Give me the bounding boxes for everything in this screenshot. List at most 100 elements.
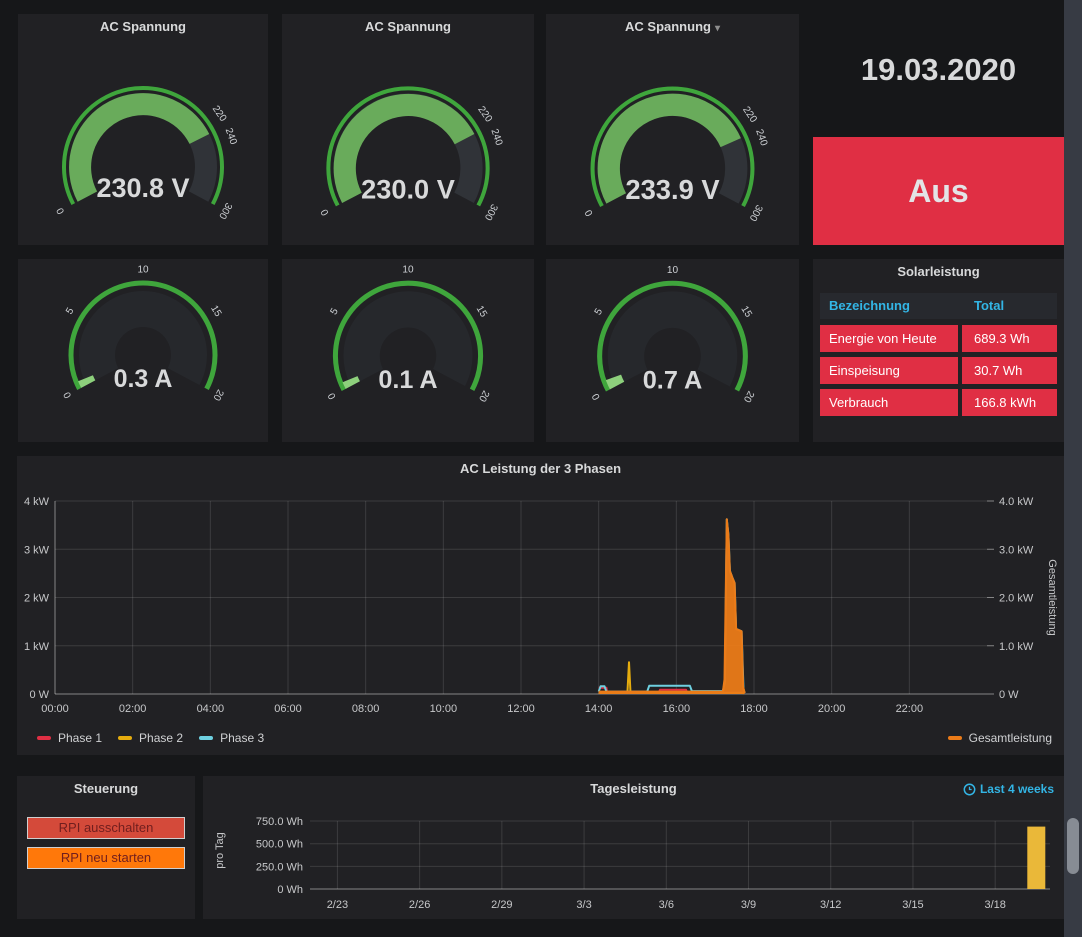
gauge-tick-label: 0 bbox=[326, 390, 339, 400]
rpi-shutdown-button[interactable]: RPI ausschalten bbox=[27, 817, 185, 839]
solar-table: Bezeichnung Total Energie von Heute689.3… bbox=[820, 293, 1057, 421]
panel-title-text: AC Spannung bbox=[365, 19, 451, 34]
panel-ac-current-3: 051015200.7 A bbox=[546, 259, 799, 442]
chart-legend: Phase 1 Phase 2 Phase 3 bbox=[37, 731, 264, 745]
table-cell-bezeichnung: Energie von Heute bbox=[820, 325, 958, 352]
y-tick-label-left: 3 kW bbox=[24, 544, 50, 556]
panel-ac-voltage-1: AC Spannung 0220240300230.8 V bbox=[18, 14, 268, 245]
x-tick-label: 3/3 bbox=[576, 899, 591, 911]
gauge-tick-label: 0 bbox=[319, 207, 332, 217]
gauge-tick-label: 300 bbox=[216, 201, 234, 221]
gauge-tick-label: 10 bbox=[667, 265, 679, 276]
solar-col-total[interactable]: Total bbox=[962, 293, 1057, 319]
series-area-Gesamtleistung bbox=[599, 519, 745, 694]
x-tick-label: 3/15 bbox=[902, 899, 923, 911]
power-state-panel[interactable]: Aus bbox=[813, 137, 1064, 245]
scrollbar-thumb[interactable] bbox=[1067, 818, 1079, 874]
date-display: 19.03.2020 bbox=[813, 40, 1064, 100]
panel-solarleistung: Solarleistung Bezeichnung Total Energie … bbox=[813, 259, 1064, 442]
legend-item-phase-2[interactable]: Phase 2 bbox=[118, 731, 183, 745]
current-gauge-2: 051015200.1 A bbox=[282, 259, 534, 443]
table-cell-total: 166.8 kWh bbox=[962, 389, 1057, 416]
panel-ac-leistung: AC Leistung der 3 Phasen 00:0002:0004:00… bbox=[17, 456, 1064, 755]
y-tick-label-right: 2.0 kW bbox=[999, 593, 1034, 605]
tagesleistung-chart: 2/232/262/293/33/63/93/123/153/180 Wh250… bbox=[203, 776, 1064, 919]
y-tick-label: 750.0 Wh bbox=[256, 816, 303, 828]
panel-tagesleistung: Tagesleistung Last 4 weeks 2/232/262/293… bbox=[203, 776, 1064, 919]
gauge-tick-label: 300 bbox=[746, 203, 764, 223]
legend-item-gesamtleistung[interactable]: Gesamtleistung bbox=[948, 731, 1052, 745]
x-tick-label: 14:00 bbox=[585, 703, 613, 715]
legend-color-dash bbox=[37, 736, 51, 740]
gauge-tick-label: 10 bbox=[402, 265, 414, 276]
legend-color-dash bbox=[118, 736, 132, 740]
current-gauge-3: 051015200.7 A bbox=[546, 259, 799, 444]
gauge-tick-label: 0 bbox=[590, 391, 603, 401]
x-tick-label: 12:00 bbox=[507, 703, 535, 715]
ac-leistung-chart: 00:0002:0004:0006:0008:0010:0012:0014:00… bbox=[17, 456, 1064, 755]
table-cell-total: 689.3 Wh bbox=[962, 325, 1057, 352]
panel-title-ac-voltage-3[interactable]: AC Spannung ▾ bbox=[546, 14, 799, 40]
x-tick-label: 18:00 bbox=[740, 703, 768, 715]
legend-item-phase-1[interactable]: Phase 1 bbox=[37, 731, 102, 745]
y-tick-label-left: 2 kW bbox=[24, 593, 50, 605]
table-cell-bezeichnung: Verbrauch bbox=[820, 389, 958, 416]
chevron-down-icon[interactable]: ▾ bbox=[715, 23, 720, 34]
gauge-tick-label: 240 bbox=[753, 128, 769, 148]
gauge-tick-label: 300 bbox=[482, 202, 500, 222]
gauge-tick-label: 10 bbox=[137, 265, 149, 276]
y-tick-label-left: 1 kW bbox=[24, 641, 50, 653]
table-cell-bezeichnung: Einspeisung bbox=[820, 357, 958, 384]
gauge-tick-label: 20 bbox=[210, 387, 225, 402]
panel-title-text: Steuerung bbox=[74, 781, 138, 796]
gauge-value: 233.9 V bbox=[625, 174, 720, 205]
x-tick-label: 16:00 bbox=[663, 703, 691, 715]
gauge-value: 230.8 V bbox=[96, 173, 189, 203]
y-tick-label-right: 4.0 kW bbox=[999, 496, 1034, 508]
x-tick-label: 20:00 bbox=[818, 703, 846, 715]
gauge-tick-label: 0 bbox=[55, 205, 68, 215]
x-tick-label: 3/9 bbox=[741, 899, 756, 911]
panel-title-text: Solarleistung bbox=[897, 264, 979, 279]
legend-color-dash bbox=[948, 736, 962, 740]
gauge-tick-label: 0 bbox=[62, 389, 75, 399]
legend-item-phase-3[interactable]: Phase 3 bbox=[199, 731, 264, 745]
gauge-tick-label: 240 bbox=[488, 128, 504, 148]
gauge-tick-label: 20 bbox=[741, 389, 756, 404]
rpi-restart-button[interactable]: RPI neu starten bbox=[27, 847, 185, 869]
panel-title-steuerung[interactable]: Steuerung bbox=[17, 776, 195, 802]
gauge-tick-label: 0 bbox=[583, 207, 596, 217]
y-tick-label: 250.0 Wh bbox=[256, 861, 303, 873]
gauge-tick-label: 220 bbox=[475, 104, 494, 124]
y-tick-label-left: 0 W bbox=[29, 689, 49, 701]
x-tick-label: 3/6 bbox=[659, 899, 674, 911]
panel-title-solarleistung[interactable]: Solarleistung bbox=[813, 259, 1064, 285]
x-tick-label: 02:00 bbox=[119, 703, 147, 715]
gauge-tick-label: 15 bbox=[738, 304, 753, 320]
panel-title-text: AC Spannung bbox=[625, 19, 711, 34]
panel-steuerung: Steuerung RPI ausschalten RPI neu starte… bbox=[17, 776, 195, 919]
y-tick-label-right: 1.0 kW bbox=[999, 641, 1034, 653]
legend-label: Phase 3 bbox=[220, 731, 264, 745]
panel-title-ac-voltage-1[interactable]: AC Spannung bbox=[18, 14, 268, 40]
y-tick-label-right: 0 W bbox=[999, 689, 1019, 701]
gauge-tick-label: 220 bbox=[210, 104, 229, 124]
x-tick-label: 08:00 bbox=[352, 703, 380, 715]
chart-legend-right: Gesamtleistung bbox=[948, 731, 1052, 745]
table-cell-total: 30.7 Wh bbox=[962, 357, 1057, 384]
panel-title-ac-voltage-2[interactable]: AC Spannung bbox=[282, 14, 534, 40]
panel-ac-current-2: 051015200.1 A bbox=[282, 259, 534, 442]
y-axis-label: pro Tag bbox=[214, 832, 226, 869]
gauge-tick-label: 5 bbox=[64, 306, 77, 317]
x-tick-label: 2/23 bbox=[327, 899, 348, 911]
right-axis-label: Gesamtleistung bbox=[1046, 559, 1058, 635]
y-tick-label: 0 Wh bbox=[277, 884, 303, 896]
panel-title-text: AC Spannung bbox=[100, 19, 186, 34]
series-line-Gesamtleistung bbox=[599, 519, 745, 693]
x-tick-label: 3/12 bbox=[820, 899, 841, 911]
voltage-gauge-2: 0220240300230.0 V bbox=[282, 40, 534, 242]
panel-ac-voltage-2: AC Spannung 0220240300230.0 V bbox=[282, 14, 534, 245]
gauge-tick-label: 15 bbox=[208, 304, 223, 320]
scrollbar-track[interactable] bbox=[1064, 0, 1082, 937]
solar-col-bezeichnung[interactable]: Bezeichnung bbox=[820, 293, 958, 319]
